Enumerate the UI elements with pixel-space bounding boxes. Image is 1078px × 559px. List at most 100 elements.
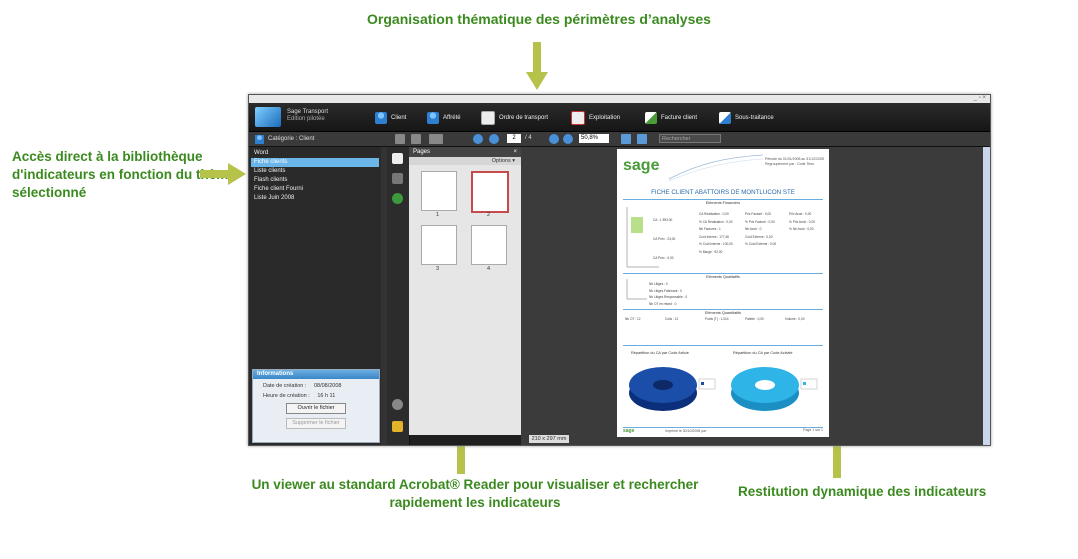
vertical-scrollbar[interactable]	[983, 147, 990, 445]
paperclip-icon[interactable]	[392, 399, 403, 410]
zoom-in-icon[interactable]	[563, 134, 573, 144]
pages-panel: Pages × Options ▾ 1 2 3 4	[409, 147, 521, 435]
nav-affrete[interactable]: Affrété	[427, 111, 461, 125]
next-page-icon[interactable]	[489, 134, 499, 144]
comments-icon[interactable]	[392, 421, 403, 432]
document-header: Période du 01/01/2008 au 31/12/2008 Regr…	[765, 157, 824, 166]
page-number-input[interactable]: 2	[507, 134, 521, 143]
footer-brand: sage	[623, 428, 635, 434]
fin-value: Coût Externe : 0,00	[745, 234, 773, 239]
bookmarks-icon[interactable]	[392, 173, 403, 184]
nav-ordre-transport[interactable]: Ordre de transport	[481, 111, 548, 125]
list-item[interactable]: Word	[251, 149, 379, 158]
callout-organisation: Organisation thématique des périmètres d…	[367, 11, 711, 27]
hand-tool-icon[interactable]	[429, 134, 443, 144]
nav-label: Ordre de transport	[499, 115, 549, 121]
app-name: Sage Transport Edition pilotée	[287, 109, 328, 123]
thumbnail-number: 3	[436, 266, 440, 272]
category-header: Catégorie : Client	[251, 133, 381, 145]
page-thumbnail[interactable]	[421, 171, 457, 211]
nav-facture-client[interactable]: Facture client	[645, 111, 697, 125]
page-size-label: 210 x 297 mm	[529, 435, 569, 443]
nav-label: Facture client	[661, 115, 698, 121]
nav-label: Exploitation	[589, 115, 621, 121]
fin-value: Prix Facturé : 0,00	[745, 212, 772, 216]
invoice-icon	[645, 112, 657, 124]
open-file-button[interactable]: Ouvrir le fichier	[286, 403, 346, 414]
app-name-line2: Edition pilotée	[287, 116, 325, 123]
creation-date-label: Date de création :	[263, 383, 307, 389]
nav-label: Affrété	[443, 115, 461, 121]
zoom-select[interactable]: 50,8%	[579, 134, 609, 143]
fin-value: % Prix Avoir : 0,00	[789, 219, 815, 224]
pie-chart-article	[629, 367, 716, 411]
pages-icon[interactable]	[392, 153, 403, 164]
fin-value: CA : 1 893,00	[653, 218, 673, 222]
header-swoosh	[669, 154, 764, 182]
footer-printed: Imprimé le 30/10/2008 par	[665, 429, 707, 433]
list-item[interactable]: Liste Juin 2008	[251, 194, 379, 203]
pages-panel-header: Pages ×	[409, 147, 521, 157]
fin-value: Nb Avoir : 0	[745, 227, 762, 231]
attachments-icon[interactable]	[392, 193, 403, 204]
zoom-out-icon[interactable]	[549, 134, 559, 144]
section-qualitative: Eléments Qualitatifs	[623, 273, 823, 279]
pies-divider	[623, 345, 823, 347]
document-edit-icon	[571, 111, 585, 125]
nav-exploitation[interactable]: Exploitation	[571, 111, 620, 125]
nav-sous-traitance[interactable]: Sous-traitance	[719, 111, 774, 125]
previous-page-icon[interactable]	[473, 134, 483, 144]
information-panel: Informations Date de création : 08/08/20…	[252, 369, 380, 443]
person-icon	[427, 112, 439, 124]
page-thumbnail-selected[interactable]	[471, 171, 509, 213]
fin-value: CA Réalisation : 0,00	[699, 212, 729, 216]
search-input[interactable]: Rechercher	[659, 134, 721, 143]
section-financial: Eléments Financiers	[623, 199, 823, 205]
fin-value: % Coût Interne : 100,00	[699, 242, 733, 246]
fin-value: Nb Factures : 1	[699, 227, 721, 231]
window-controls[interactable]: _ ▫ ×	[974, 95, 986, 101]
document-footer: sage Imprimé le 30/10/2008 par Page 1 su…	[623, 427, 823, 434]
pie-chart-activity	[731, 367, 818, 411]
fin-value: % Nb Avoir : 0,00	[789, 227, 814, 231]
list-item[interactable]: Fiche client Fourni	[251, 185, 379, 194]
document-page: sage Période du 01/01/2008 au 31/12/2008…	[617, 149, 829, 437]
creation-date-value: 08/08/2008	[313, 383, 342, 389]
nav-label: Sous-traitance	[735, 115, 774, 121]
fin-col-right2: Prix Avoir : 0,00 % Prix Avoir : 0,00 % …	[789, 211, 815, 234]
thumbnail-number: 1	[436, 212, 440, 218]
fin-value: CA Prév : 23,00	[653, 237, 676, 241]
page-thumbnail[interactable]	[471, 225, 507, 265]
viewer-side-strip	[387, 147, 410, 445]
list-item[interactable]: Liste clients	[251, 167, 379, 176]
fin-col-mid: CA Réalisation : 0,00 % CA Réalisation :…	[699, 211, 733, 256]
viewer-toolbar: Catégorie : Client 2 / 4 50,8% Recherche…	[249, 132, 990, 147]
qual-value: Nb Litiges Responsable : 0	[649, 295, 688, 299]
page-thumbnail[interactable]	[421, 225, 457, 265]
person-icon	[255, 134, 264, 144]
nav-label: Client	[391, 115, 407, 121]
list-item[interactable]: Flash clients	[251, 176, 379, 185]
document-viewer[interactable]: 210 x 297 mm sage Période du 01/01/2008 …	[521, 147, 983, 445]
title-bar: _ ▫ ×	[249, 95, 990, 103]
quant-value: Nb OT : 12	[625, 317, 641, 321]
indicator-library-panel: Word Fiche clients Liste clients Flash c…	[249, 147, 381, 445]
fin-value: % Marge : 92,00	[699, 249, 723, 254]
print-icon[interactable]	[395, 134, 405, 144]
pages-title: Pages	[413, 149, 431, 155]
save-icon[interactable]	[411, 134, 421, 144]
quant-value: Palette : 0,00	[745, 317, 764, 321]
close-icon[interactable]: ×	[513, 147, 517, 157]
nav-client[interactable]: Client	[375, 111, 406, 125]
fin-value: Coût Interne : 177,46	[699, 234, 729, 239]
arrow-right-left	[200, 163, 246, 185]
sage-logo: sage	[623, 157, 660, 174]
pages-options[interactable]: Options ▾	[409, 157, 521, 165]
list-item-selected[interactable]: Fiche clients	[251, 158, 379, 167]
arrow-down-top	[526, 42, 548, 90]
fit-page-icon[interactable]	[621, 134, 631, 144]
fit-width-icon[interactable]	[637, 134, 647, 144]
quant-value: Colis : 12	[665, 317, 679, 321]
fin-value: % CA Réalisation : 0,00	[699, 219, 733, 224]
delete-file-button[interactable]: Supprimer le fichier	[286, 418, 346, 429]
